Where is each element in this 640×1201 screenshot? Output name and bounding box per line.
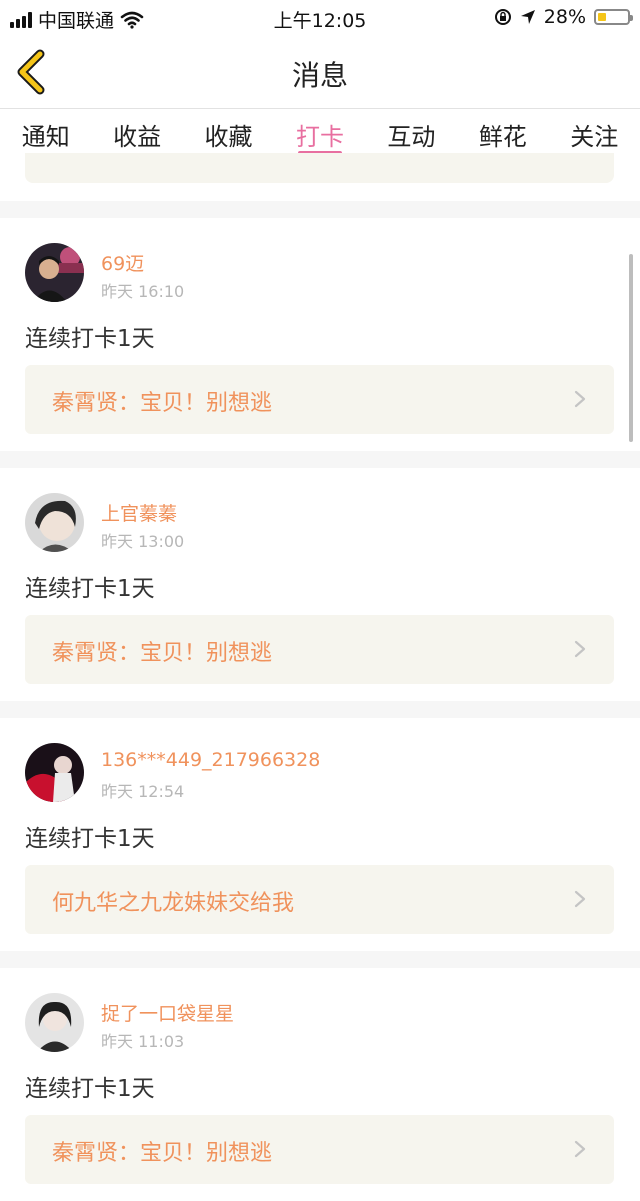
message-list: 69迈 昨天 16:10 连续打卡1天 秦霄贤：宝贝！别想逃 上官蓁蓁 昨天 1… — [0, 153, 640, 1201]
avatar[interactable] — [25, 493, 84, 552]
list-item: 69迈 昨天 16:10 连续打卡1天 秦霄贤：宝贝！别想逃 — [0, 218, 640, 451]
username[interactable]: 捉了一口袋星星 — [101, 999, 234, 1026]
quote-text: 秦霄贤：宝贝！别想逃 — [52, 641, 273, 666]
status-bar: 中国联通 上午12:05 28% — [0, 0, 640, 36]
timestamp: 昨天 16:10 — [101, 282, 185, 301]
message-content: 连续打卡1天 — [25, 576, 155, 602]
battery-percent: 28% — [543, 6, 586, 28]
rotation-lock-icon — [494, 9, 511, 25]
page-title: 消息 — [291, 59, 348, 92]
quote-text: 秦霄贤：宝贝！别想逃 — [52, 1141, 273, 1166]
chevron-left-icon — [17, 49, 45, 95]
message-content: 连续打卡1天 — [25, 826, 155, 852]
status-right: 28% — [494, 6, 633, 28]
message-content: 连续打卡1天 — [25, 326, 155, 352]
chevron-right-icon — [574, 640, 586, 658]
quote-box[interactable]: 秦霄贤：宝贝！别想逃 — [25, 1115, 614, 1184]
quote-box-partial[interactable] — [25, 153, 614, 183]
username[interactable]: 136***449_217966328 — [101, 749, 320, 771]
quote-box[interactable]: 何九华之九龙妹妹交给我 — [25, 865, 614, 934]
avatar[interactable] — [25, 243, 84, 302]
username[interactable]: 上官蓁蓁 — [101, 499, 177, 526]
username[interactable]: 69迈 — [101, 249, 144, 276]
chevron-right-icon — [574, 390, 586, 408]
chevron-right-icon — [574, 1140, 586, 1158]
location-arrow-icon — [520, 10, 535, 24]
timestamp: 昨天 12:54 — [101, 782, 185, 801]
list-item: 捉了一口袋星星 昨天 11:03 连续打卡1天 秦霄贤：宝贝！别想逃 — [0, 968, 640, 1201]
quote-box[interactable]: 秦霄贤：宝贝！别想逃 — [25, 365, 614, 434]
list-item-partial — [0, 153, 640, 201]
quote-box[interactable]: 秦霄贤：宝贝！别想逃 — [25, 615, 614, 684]
quote-text: 何九华之九龙妹妹交给我 — [52, 891, 295, 916]
avatar[interactable] — [25, 743, 84, 802]
message-content: 连续打卡1天 — [25, 1076, 155, 1102]
list-item: 136***449_217966328 昨天 12:54 连续打卡1天 何九华之… — [0, 718, 640, 951]
timestamp: 昨天 11:03 — [101, 1032, 185, 1051]
avatar[interactable] — [25, 993, 84, 1052]
chevron-right-icon — [574, 890, 586, 908]
list-item: 上官蓁蓁 昨天 13:00 连续打卡1天 秦霄贤：宝贝！别想逃 — [0, 468, 640, 701]
back-button[interactable] — [10, 48, 58, 96]
battery-fill — [598, 13, 606, 21]
nav-header: 消息 — [0, 36, 640, 109]
timestamp: 昨天 13:00 — [101, 532, 185, 551]
battery-icon — [594, 9, 633, 25]
quote-text: 秦霄贤：宝贝！别想逃 — [52, 391, 273, 416]
scrollbar[interactable] — [629, 254, 633, 442]
